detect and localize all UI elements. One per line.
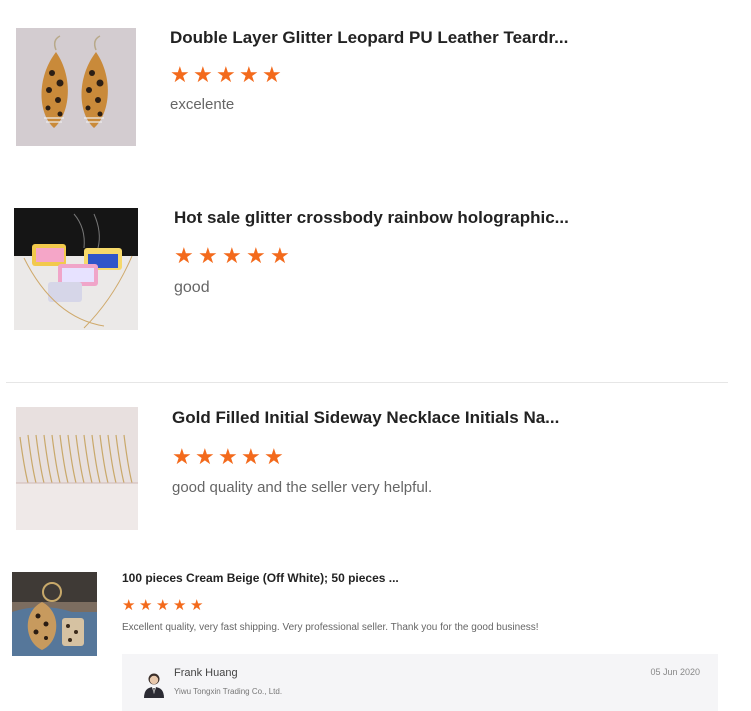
star-icon: ★ — [174, 243, 194, 268]
star-icon: ★ — [170, 62, 190, 87]
review-comment: good — [174, 279, 210, 296]
section-divider — [6, 382, 728, 383]
star-icon: ★ — [216, 62, 236, 87]
star-icon: ★ — [246, 243, 266, 268]
leopard-earrings-image[interactable] — [16, 28, 136, 146]
product-title[interactable]: Hot sale glitter crossbody rainbow holog… — [174, 208, 569, 228]
reviewer-info: Frank Huang Yiwu Tongxin Trading Co., Lt… — [122, 654, 718, 711]
star-icon: ★ — [222, 243, 242, 268]
avatar — [142, 672, 166, 698]
rating-stars: ★ ★ ★ ★ ★ — [172, 444, 287, 470]
product-title[interactable]: 100 pieces Cream Beige (Off White); 50 p… — [122, 571, 399, 585]
review-comment: Excellent quality, very fast shipping. V… — [122, 622, 539, 633]
star-icon: ★ — [218, 444, 238, 469]
star-icon: ★ — [195, 444, 215, 469]
star-icon: ★ — [190, 597, 204, 614]
review-comment: excelente — [170, 96, 235, 113]
product-title[interactable]: Double Layer Glitter Leopard PU Leather … — [170, 28, 568, 48]
star-icon: ★ — [173, 597, 187, 614]
holographic-bags-image[interactable] — [14, 208, 138, 330]
rating-stars: ★ ★ ★ ★ ★ — [174, 243, 294, 269]
star-icon: ★ — [198, 243, 218, 268]
star-icon: ★ — [239, 62, 259, 87]
rating-stars: ★ ★ ★ ★ ★ — [122, 596, 207, 614]
star-icon: ★ — [270, 243, 290, 268]
star-icon: ★ — [122, 597, 136, 614]
star-icon: ★ — [264, 444, 284, 469]
star-icon: ★ — [172, 444, 192, 469]
rating-stars: ★ ★ ★ ★ ★ — [170, 62, 285, 88]
star-icon: ★ — [193, 62, 213, 87]
product-title[interactable]: Gold Filled Initial Sideway Necklace Ini… — [172, 408, 559, 428]
review-date: 05 Jun 2020 — [650, 667, 700, 677]
star-icon: ★ — [262, 62, 282, 87]
star-icon: ★ — [139, 597, 153, 614]
reviewer-name: Frank Huang — [174, 667, 238, 679]
reviewer-company: Yiwu Tongxin Trading Co., Ltd. — [174, 687, 283, 696]
gold-necklaces-image[interactable] — [16, 407, 138, 530]
star-icon: ★ — [156, 597, 170, 614]
review-comment: good quality and the seller very helpful… — [172, 479, 433, 496]
star-icon: ★ — [241, 444, 261, 469]
leopard-keychain-image[interactable] — [12, 572, 97, 656]
